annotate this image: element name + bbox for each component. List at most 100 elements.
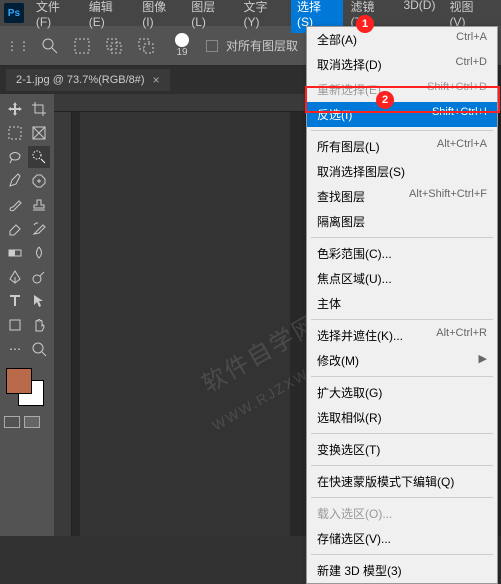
app-logo: Ps	[4, 3, 24, 23]
menu-option-label: 色彩范围(C)...	[317, 245, 392, 262]
menu-option[interactable]: 全部(A) Ctrl+A	[307, 27, 497, 52]
quick-select-tool-icon[interactable]	[28, 146, 50, 168]
crop-tool-icon[interactable]	[28, 98, 50, 120]
marquee-tool-icon[interactable]	[4, 122, 26, 144]
menu-option[interactable]: 取消选择(D) Ctrl+D	[307, 52, 497, 77]
close-icon[interactable]: ×	[153, 73, 160, 87]
menu-item-3[interactable]: 图层(L)	[185, 0, 235, 33]
menu-option-label: 取消选择(D)	[317, 56, 382, 73]
menu-option[interactable]: 查找图层 Alt+Shift+Ctrl+F	[307, 184, 497, 209]
shape-tool-icon[interactable]	[4, 314, 26, 336]
menu-option[interactable]: 所有图层(L) Alt+Ctrl+A	[307, 134, 497, 159]
lasso-tool-icon[interactable]	[4, 146, 26, 168]
quick-select-icon[interactable]	[38, 34, 62, 58]
tab-title: 2-1.jpg @ 73.7%(RGB/8#)	[16, 74, 145, 86]
zoom-tool-icon[interactable]	[28, 338, 50, 360]
stamp-tool-icon[interactable]	[28, 194, 50, 216]
menu-option-label: 重新选择(E)	[317, 81, 381, 98]
menu-separator	[311, 130, 493, 131]
menu-separator	[311, 319, 493, 320]
menu-option-shortcut: Shift+Ctrl+I	[432, 106, 487, 123]
select-mode-subtract-icon[interactable]	[134, 34, 158, 58]
brush-tool-icon[interactable]	[4, 194, 26, 216]
menu-option-label: 选择并遮住(K)...	[317, 327, 403, 344]
menu-separator	[311, 554, 493, 555]
menu-option[interactable]: 焦点区域(U)...	[307, 266, 497, 291]
menu-option-shortcut: Alt+Ctrl+A	[437, 138, 487, 155]
menu-separator	[311, 497, 493, 498]
menu-option-label: 选取相似(R)	[317, 409, 382, 426]
menu-option-label: 修改(M)	[317, 352, 359, 369]
menu-option[interactable]: 色彩范围(C)...	[307, 241, 497, 266]
menu-option-shortcut: Ctrl+A	[456, 31, 487, 48]
select-menu-dropdown: 全部(A) Ctrl+A 取消选择(D) Ctrl+D 重新选择(E) Shift+Ctr…	[306, 26, 498, 584]
menu-option[interactable]: 在快速蒙版模式下编辑(Q)	[307, 469, 497, 494]
pen-tool-icon[interactable]	[4, 266, 26, 288]
menu-option[interactable]: 反选(I) Shift+Ctrl+I	[307, 102, 497, 127]
menu-option[interactable]: 选取相似(R)	[307, 405, 497, 430]
menu-option-shortcut: Shift+Ctrl+D	[427, 81, 487, 98]
select-mode-new-icon[interactable]	[70, 34, 94, 58]
menu-option-shortcut: Alt+Shift+Ctrl+F	[409, 188, 487, 205]
menu-option-label: 在快速蒙版模式下编辑(Q)	[317, 473, 454, 490]
hand-tool-icon[interactable]	[28, 314, 50, 336]
move-tool-icon[interactable]	[4, 98, 26, 120]
menu-option-label: 所有图层(L)	[317, 138, 380, 155]
mask-mode-icon	[24, 416, 40, 428]
select-mode-add-icon[interactable]	[102, 34, 126, 58]
menu-item-2[interactable]: 图像(I)	[136, 0, 183, 33]
blur-tool-icon[interactable]	[28, 242, 50, 264]
menu-option[interactable]: 扩大选取(G)	[307, 380, 497, 405]
ruler-vertical[interactable]	[54, 112, 72, 536]
frame-tool-icon[interactable]	[28, 122, 50, 144]
menu-option[interactable]: 取消选择图层(S)	[307, 159, 497, 184]
menu-option[interactable]: 选择并遮住(K)... Alt+Ctrl+R	[307, 323, 497, 348]
menu-option-label: 存储选区(V)...	[317, 530, 391, 547]
document-tab[interactable]: 2-1.jpg @ 73.7%(RGB/8#) ×	[6, 69, 170, 91]
menu-option-label: 变换选区(T)	[317, 441, 380, 458]
menu-option-label: 查找图层	[317, 188, 365, 205]
menu-separator	[311, 433, 493, 434]
brush-preview[interactable]: 19	[166, 30, 198, 62]
foreground-color-swatch[interactable]	[6, 368, 32, 394]
tools-panel: ⋯	[0, 94, 54, 536]
menu-option[interactable]: 存储选区(V)...	[307, 526, 497, 551]
menu-option[interactable]: 新建 3D 模型(3)	[307, 558, 497, 583]
sample-all-layers-checkbox[interactable]	[206, 40, 218, 52]
color-swatches[interactable]	[4, 368, 50, 412]
path-select-icon[interactable]	[28, 290, 50, 312]
menu-item-1[interactable]: 编辑(E)	[83, 0, 135, 33]
eraser-tool-icon[interactable]	[4, 218, 26, 240]
menu-option-label: 扩大选取(G)	[317, 384, 382, 401]
gradient-tool-icon[interactable]	[4, 242, 26, 264]
menu-option-label: 载入选区(O)...	[317, 505, 392, 522]
brush-size-value: 19	[176, 47, 187, 58]
type-tool-icon[interactable]	[4, 290, 26, 312]
menu-option-label: 全部(A)	[317, 31, 357, 48]
document-canvas[interactable]	[80, 112, 290, 536]
healing-tool-icon[interactable]	[28, 170, 50, 192]
menu-option-shortcut: Alt+Ctrl+R	[436, 327, 487, 344]
menu-option[interactable]: 修改(M)▶	[307, 348, 497, 373]
menu-option: 载入选区(O)...	[307, 501, 497, 526]
menu-option[interactable]: 隔离图层	[307, 209, 497, 234]
eyedropper-tool-icon[interactable]	[4, 170, 26, 192]
menu-option-label: 反选(I)	[317, 106, 352, 123]
drag-handle-icon: ⋮⋮	[6, 34, 30, 58]
menu-option[interactable]: 变换选区(T)	[307, 437, 497, 462]
menu-option: 重新选择(E) Shift+Ctrl+D	[307, 77, 497, 102]
menu-option-shortcut: Ctrl+D	[456, 56, 487, 73]
quick-mask-toggle[interactable]	[4, 416, 50, 428]
menu-item-0[interactable]: 文件(F)	[30, 0, 81, 33]
history-brush-icon[interactable]	[28, 218, 50, 240]
dodge-tool-icon[interactable]	[28, 266, 50, 288]
menu-item-4[interactable]: 文字(Y)	[237, 0, 289, 33]
options-icon[interactable]: ⋯	[4, 338, 26, 360]
menu-option-label: 新建 3D 模型(3)	[317, 562, 402, 579]
annotation-badge-1: 1	[356, 15, 374, 33]
brush-dot-icon	[175, 33, 189, 47]
menu-option-label: 取消选择图层(S)	[317, 163, 405, 180]
menubar: Ps 文件(F)编辑(E)图像(I)图层(L)文字(Y)选择(S)滤镜(T)3D…	[0, 0, 501, 26]
standard-mode-icon	[4, 416, 20, 428]
menu-option[interactable]: 主体	[307, 291, 497, 316]
